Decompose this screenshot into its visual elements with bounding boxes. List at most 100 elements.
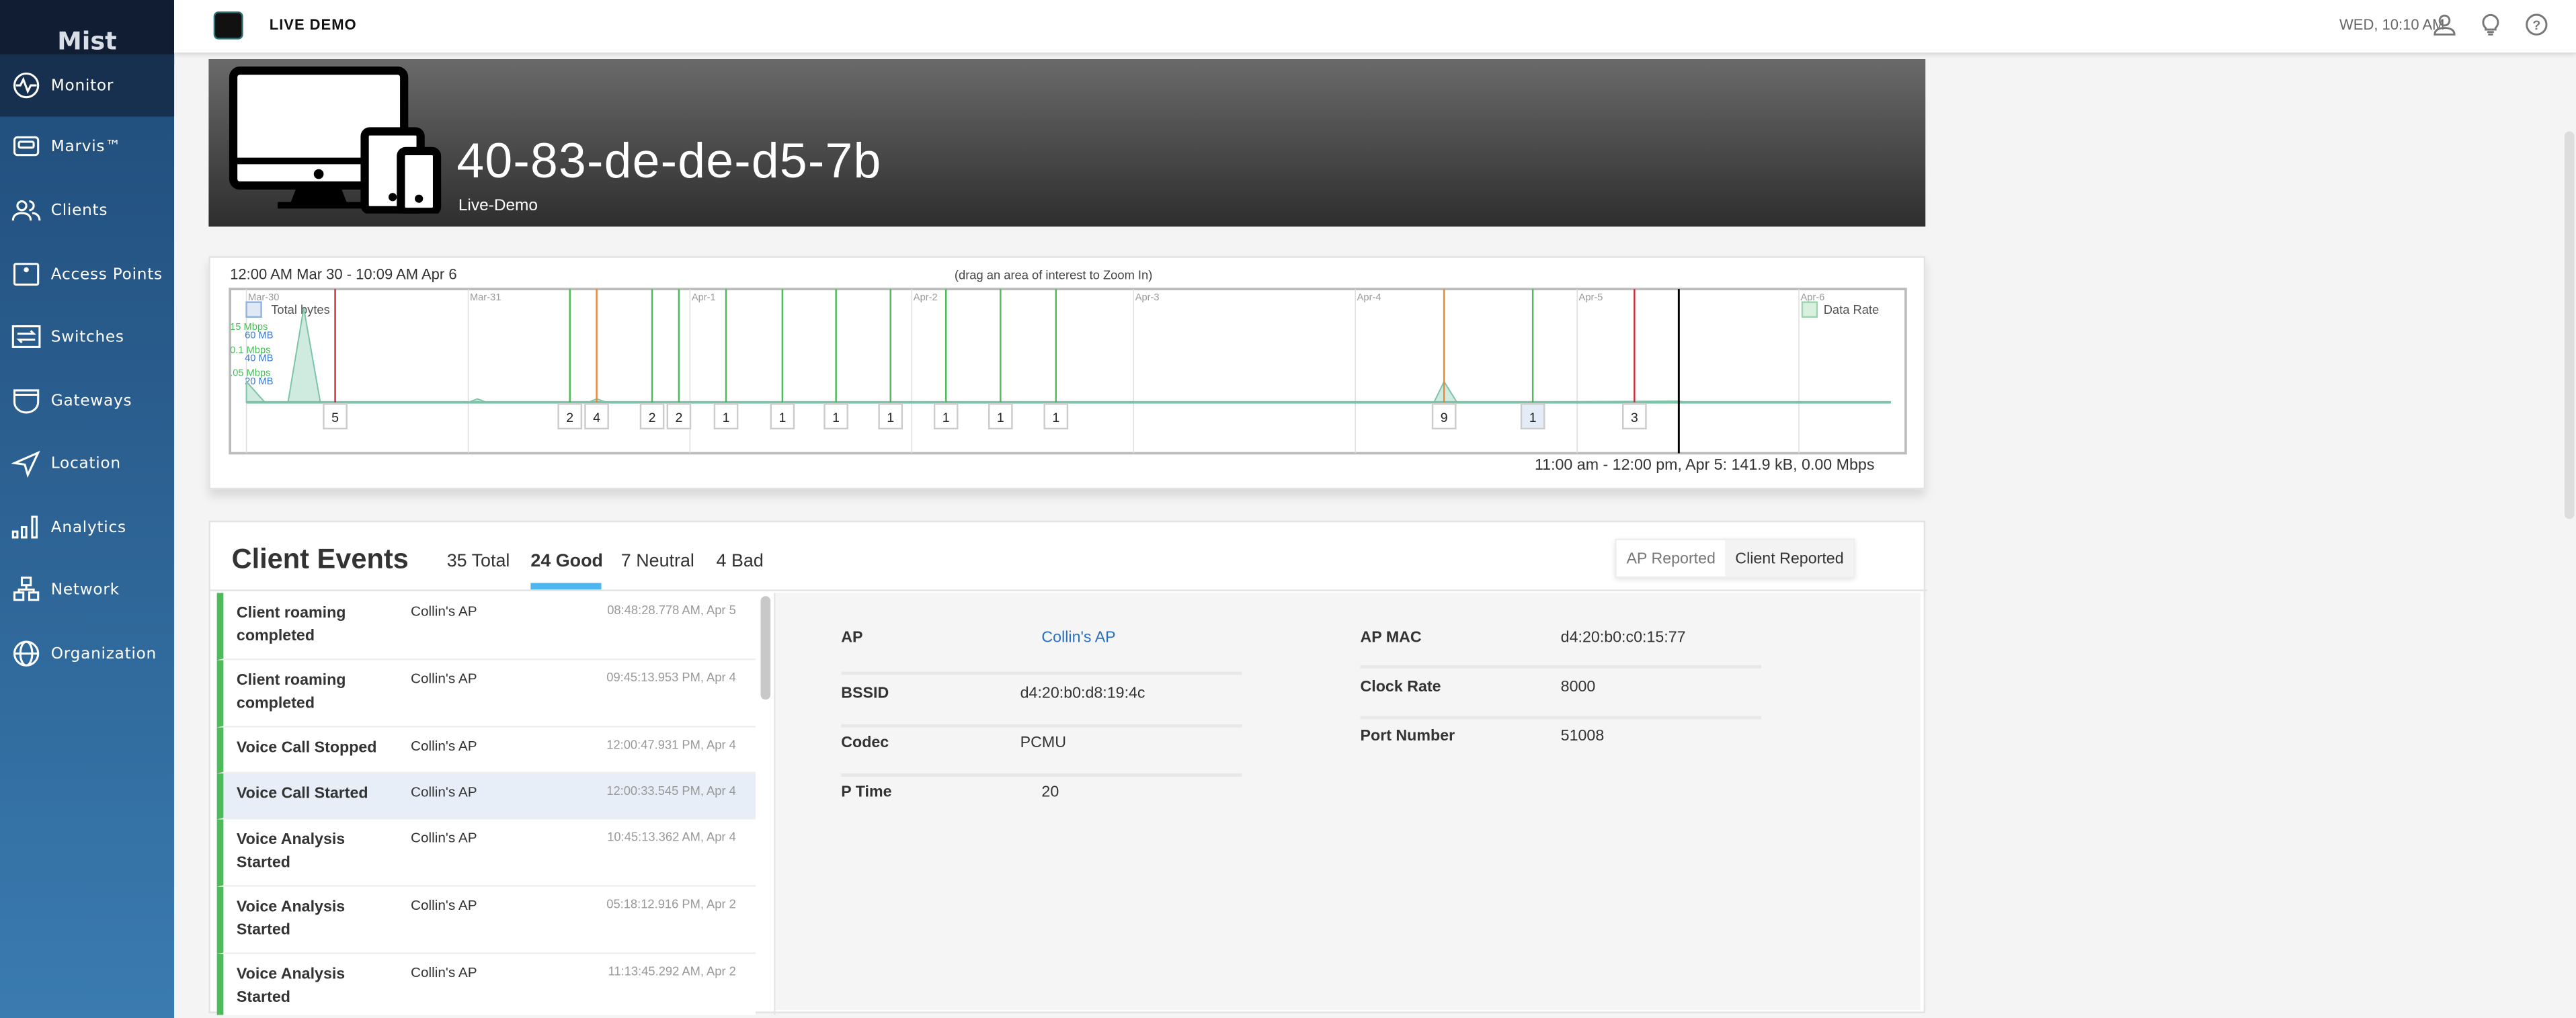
legend-total-bytes[interactable]: Total bytes xyxy=(271,302,330,316)
filter-good[interactable]: 24 Good xyxy=(530,552,603,571)
event-count[interactable]: 2 xyxy=(675,411,682,425)
event-count[interactable]: 5 xyxy=(331,411,339,425)
divider xyxy=(841,724,1242,728)
lightbulb-icon[interactable] xyxy=(2479,13,2502,36)
day-label: Mar-31 xyxy=(470,292,501,303)
event-count[interactable]: 1 xyxy=(942,411,950,425)
location-arrow-icon xyxy=(11,450,40,478)
event-ap: Collin's AP xyxy=(410,602,477,620)
day-label: Apr-4 xyxy=(1357,292,1381,303)
sidebar-item-gateways[interactable]: Gateways xyxy=(0,370,174,432)
sidebar-item-organization[interactable]: Organization xyxy=(0,622,174,685)
event-count[interactable]: 1 xyxy=(1052,411,1059,425)
event-count[interactable]: 3 xyxy=(1631,411,1638,425)
event-row[interactable]: Voice Analysis Started Collin's AP 10:45:1… xyxy=(216,819,756,887)
day-label: Apr-5 xyxy=(1579,292,1603,303)
event-time: 08:48:28.778 AM, Apr 5 xyxy=(607,602,736,618)
client-events-card: Client Events 35 Total 24 Good 7 Neutral… xyxy=(208,520,1927,1015)
sidebar-item-clients[interactable]: Clients xyxy=(0,179,174,241)
sidebar-item-label: Gateways xyxy=(50,391,132,410)
event-row[interactable]: Client roaming completed Collin's AP 08:48… xyxy=(216,593,756,661)
report-source-toggle: AP Reported Client Reported xyxy=(1615,538,1855,579)
event-count[interactable]: 1 xyxy=(723,411,730,425)
ap-reported-button[interactable]: AP Reported xyxy=(1617,540,1726,577)
filter-total[interactable]: 35 Total xyxy=(447,552,510,571)
timeline-chart[interactable]: Mar-30 Mar-31 Apr-1 Apr-2 Apr-3 Apr-4 Apr-5 Apr… xyxy=(229,288,1909,457)
detail-label: AP MAC xyxy=(1360,629,1422,647)
event-name: Voice Analysis Started xyxy=(236,898,346,939)
sidebar-item-label: Switches xyxy=(50,327,124,346)
help-icon[interactable]: ? xyxy=(2525,13,2548,36)
users-icon xyxy=(11,200,41,221)
sidebar-item-access-points[interactable]: Access Points xyxy=(0,243,174,306)
client-reported-button[interactable]: Client Reported xyxy=(1725,540,1854,577)
event-count[interactable]: 2 xyxy=(649,411,656,425)
access-point-icon xyxy=(13,263,40,286)
detail-label: Clock Rate xyxy=(1360,678,1441,697)
detail-label: P Time xyxy=(841,783,892,802)
event-count[interactable]: 1 xyxy=(778,411,786,425)
event-ap: Collin's AP xyxy=(410,829,477,846)
event-time: 12:00:33.545 PM, Apr 4 xyxy=(606,783,736,798)
day-label: Apr-1 xyxy=(692,292,716,303)
event-ap: Collin's AP xyxy=(410,783,477,800)
event-ap: Collin's AP xyxy=(410,896,477,913)
event-name: Client roaming completed xyxy=(236,671,346,713)
clock: WED, 10:10 AM xyxy=(2339,16,2445,33)
sidebar-item-switches[interactable]: Switches xyxy=(0,306,174,368)
user-icon[interactable] xyxy=(2433,13,2456,36)
legend-data-rate-swatch xyxy=(1801,301,1818,318)
event-count[interactable]: 1 xyxy=(887,411,894,425)
event-row[interactable]: Client roaming completed Collin's AP 09:45… xyxy=(216,660,756,728)
event-count[interactable]: 2 xyxy=(566,411,573,425)
sidebar-item-monitor[interactable]: Monitor xyxy=(0,54,175,117)
client-site: Live-Demo xyxy=(458,197,538,216)
timeline-chart-card: 12:00 AM Mar 30 - 10:09 AM Apr 6 (drag a… xyxy=(208,256,1926,490)
top-bar: LIVE DEMO WED, 10:10 AM ? xyxy=(174,0,2576,53)
client-mac: 40-83-de-de-d5-7b xyxy=(456,134,882,189)
sidebar-item-marvis[interactable]: Marvis™ xyxy=(0,115,174,177)
sidebar-item-label: Network xyxy=(50,580,120,599)
event-time: 05:18:12.916 PM, Apr 2 xyxy=(606,896,736,912)
page-scrollbar[interactable] xyxy=(2564,131,2575,519)
event-count[interactable]: 1 xyxy=(997,411,1004,425)
filter-neutral[interactable]: 7 Neutral xyxy=(621,552,694,571)
divider xyxy=(1360,665,1761,669)
event-row[interactable]: Voice Call Started Collin's AP 12:00:33.54… xyxy=(216,773,756,820)
chart-time-range: 12:00 AM Mar 30 - 10:09 AM Apr 6 xyxy=(230,265,457,283)
marvis-logo-icon[interactable] xyxy=(213,11,243,40)
sidebar-item-label: Analytics xyxy=(50,518,126,536)
devices-icon xyxy=(229,66,442,214)
org-name: LIVE DEMO xyxy=(269,16,357,33)
event-count[interactable]: 4 xyxy=(593,411,600,425)
legend-data-rate[interactable]: Data Rate xyxy=(1824,302,1879,316)
filter-bad[interactable]: 4 Bad xyxy=(717,552,764,571)
y-tick-bytes: 60 MB xyxy=(245,330,273,341)
event-row[interactable]: Voice Call Stopped Collin's AP 12:00:47.93… xyxy=(216,727,756,774)
event-count[interactable]: 9 xyxy=(1441,411,1448,425)
divider xyxy=(210,589,1927,591)
event-row[interactable]: Voice Analysis Started Collin's AP 11:13:4… xyxy=(216,953,756,1015)
event-ap: Collin's AP xyxy=(410,737,477,754)
sidebar: Mist Monitor Marvis™ Clients Access Poin… xyxy=(0,0,175,1018)
event-ap: Collin's AP xyxy=(410,964,477,980)
event-row[interactable]: Voice Analysis Started Collin's AP 05:18:1… xyxy=(216,886,756,954)
sidebar-item-location[interactable]: Location xyxy=(0,432,174,495)
logo-text: Mist xyxy=(57,26,117,56)
detail-label: Codec xyxy=(841,734,889,753)
bar-chart-icon xyxy=(11,515,38,539)
chart-readout: 11:00 am - 12:00 pm, Apr 5: 141.9 kB, 0.… xyxy=(1534,456,1875,475)
event-count[interactable]: 1 xyxy=(832,411,840,425)
sidebar-item-label: Access Points xyxy=(50,265,163,284)
event-time: 09:45:13.953 PM, Apr 4 xyxy=(606,670,736,685)
event-count[interactable]: 1 xyxy=(1529,411,1537,425)
sidebar-item-network[interactable]: Network xyxy=(0,558,174,621)
monitor-pulse-icon xyxy=(13,72,40,99)
sidebar-item-analytics[interactable]: Analytics xyxy=(0,496,174,558)
detail-value: 51008 xyxy=(1560,727,1605,746)
event-time: 11:13:45.292 AM, Apr 2 xyxy=(608,964,736,979)
event-ap: Collin's AP xyxy=(410,670,477,687)
detail-ap-link[interactable]: Collin's AP xyxy=(1041,629,1115,647)
marvis-icon xyxy=(13,136,40,157)
event-list-scrollbar[interactable] xyxy=(760,596,771,700)
